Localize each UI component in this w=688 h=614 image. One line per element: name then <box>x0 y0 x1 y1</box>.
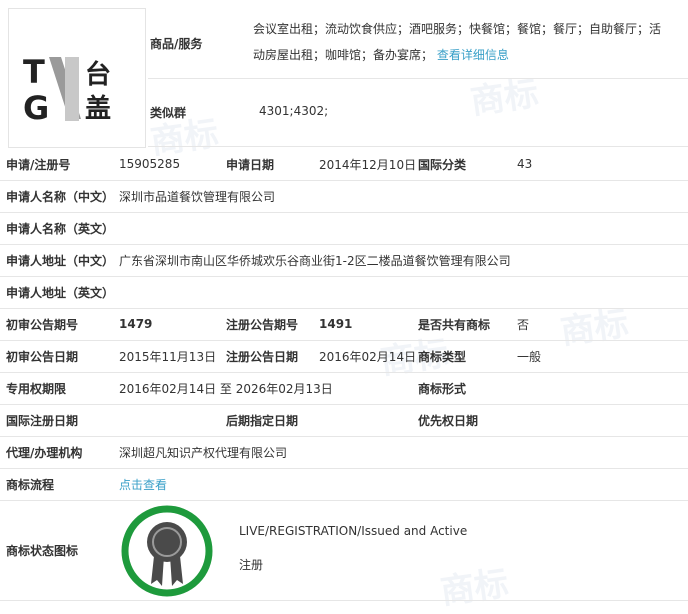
status-icon-label: 商标状态图标 <box>6 543 79 558</box>
prelim-pub-no-value: 1479 <box>119 317 153 331</box>
process-view-link[interactable]: 点击查看 <box>119 468 167 500</box>
reg-pub-no-value: 1491 <box>319 317 353 331</box>
applicant-cn-label: 申请人名称（中文） <box>6 189 115 204</box>
similar-group-value: 4301;4302; <box>259 104 329 118</box>
info-row: 申请人地址（中文） 广东省深圳市南山区华侨城欢乐谷商业街1-2区二楼品道餐饮管理… <box>0 244 688 277</box>
reg-pub-date-value: 2016年02月14日 <box>319 349 417 364</box>
reg-no-value: 15905285 <box>119 157 181 171</box>
prelim-pub-date-value: 2015年11月13日 <box>119 349 217 364</box>
applicant-en-label: 申请人名称（英文） <box>6 221 115 236</box>
info-row: 申请/注册号 15905285 申请日期 2014年12月10日 国际分类 43 <box>0 148 688 181</box>
info-row: 商标流程 点击查看 <box>0 468 688 501</box>
info-row: 专用权期限 2016年02月14日 至 2026年02月13日 商标形式 <box>0 372 688 405</box>
reg-no-label: 申请/注册号 <box>6 157 71 172</box>
watermark: 商标 <box>468 73 541 123</box>
trademark-logo-image: T G 台 盖 <box>8 8 146 148</box>
divider <box>148 146 688 147</box>
reg-pub-no-label: 注册公告期号 <box>226 317 299 332</box>
info-row: 国际注册日期 后期指定日期 优先权日期 <box>0 404 688 437</box>
similar-group-label: 类似群 <box>150 106 187 120</box>
info-row: 申请人名称（英文） <box>0 212 688 245</box>
shared-value: 否 <box>517 317 530 332</box>
tm-type-value: 一般 <box>517 349 542 364</box>
address-en-label: 申请人地址（英文） <box>6 285 115 300</box>
address-cn-label: 申请人地址（中文） <box>6 253 115 268</box>
priority-date-label: 优先权日期 <box>418 413 479 428</box>
intl-reg-date-label: 国际注册日期 <box>6 413 79 428</box>
info-row: 初审公告日期 2015年11月13日 注册公告日期 2016年02月14日 商标… <box>0 340 688 373</box>
exclusive-period-value: 2016年02月14日 至 2026年02月13日 <box>119 381 333 396</box>
svg-text:T: T <box>23 53 45 91</box>
intl-class-label: 国际分类 <box>418 157 467 172</box>
info-row: 代理/办理机构 深圳超凡知识产权代理有限公司 <box>0 436 688 469</box>
goods-services-value: 会议室出租；流动饮食供应；酒吧服务；快餐馆；餐馆；餐厅；自助餐厅；活动房屋出租；… <box>253 16 671 68</box>
prelim-pub-date-label: 初审公告日期 <box>6 349 79 364</box>
apply-date-value: 2014年12月10日 <box>319 157 417 172</box>
info-row: 初审公告期号 1479 注册公告期号 1491 是否共有商标 否 <box>0 308 688 341</box>
exclusive-period-label: 专用权期限 <box>6 381 67 396</box>
agent-label: 代理/办理机构 <box>6 445 83 460</box>
apply-date-label: 申请日期 <box>226 157 275 172</box>
status-en-text: LIVE/REGISTRATION/Issued and Active <box>239 524 468 538</box>
info-row: 申请人名称（中文） 深圳市品道餐饮管理有限公司 <box>0 180 688 213</box>
address-cn-value: 广东省深圳市南山区华侨城欢乐谷商业街1-2区二楼品道餐饮管理有限公司 <box>119 253 511 268</box>
tm-form-label: 商标形式 <box>418 381 467 396</box>
svg-text:G: G <box>23 89 49 127</box>
applicant-cn-value: 深圳市品道餐饮管理有限公司 <box>119 189 276 204</box>
status-cn-text: 注册 <box>239 558 264 572</box>
intl-class-value: 43 <box>517 157 533 171</box>
registered-badge-icon <box>120 504 214 598</box>
tm-type-label: 商标类型 <box>418 349 467 364</box>
svg-text:盖: 盖 <box>85 93 111 124</box>
goods-services-label: 商品/服务 <box>150 37 203 51</box>
reg-pub-date-label: 注册公告日期 <box>226 349 299 364</box>
info-row: 申请人地址（英文） <box>0 276 688 309</box>
process-label: 商标流程 <box>6 477 55 492</box>
agent-value: 深圳超凡知识产权代理有限公司 <box>119 445 288 460</box>
svg-text:台: 台 <box>85 59 111 90</box>
divider <box>148 78 688 79</box>
shared-label: 是否共有商标 <box>418 317 491 332</box>
status-row: 商标状态图标 LIVE/REGISTRATION/Issued and Acti… <box>0 500 688 601</box>
view-details-link[interactable]: 查看详细信息 <box>437 48 509 62</box>
prelim-pub-no-label: 初审公告期号 <box>6 317 79 332</box>
later-designation-label: 后期指定日期 <box>226 413 299 428</box>
